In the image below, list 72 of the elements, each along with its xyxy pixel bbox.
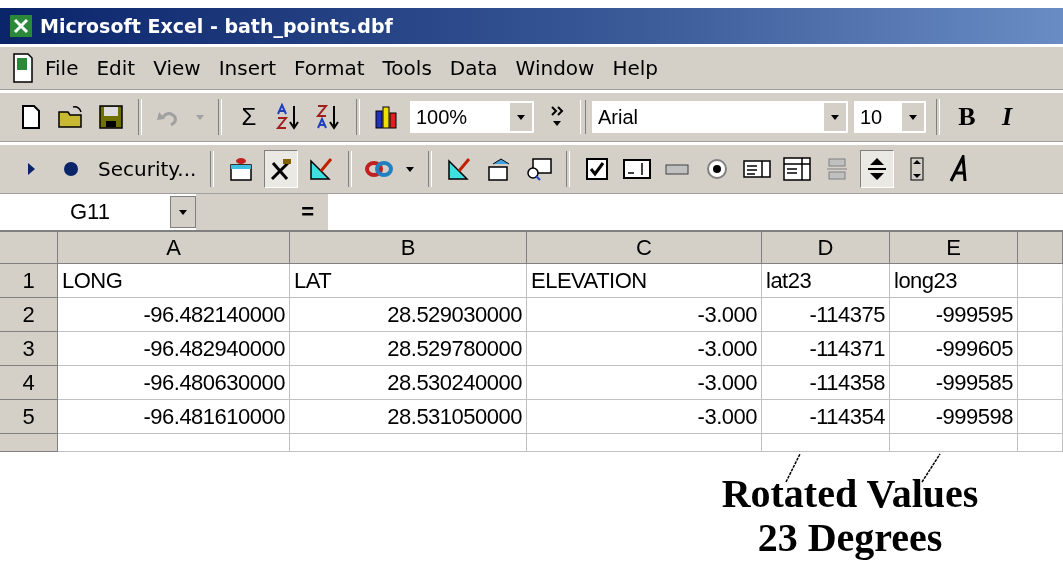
autosum-button[interactable]: Σ — [232, 98, 266, 136]
menu-item[interactable]: View — [146, 52, 208, 84]
table-cell: -3.000 — [527, 366, 762, 400]
table-cell: -114358 — [762, 366, 890, 400]
excel-logo-icon — [10, 15, 32, 37]
table-cell: -114375 — [762, 298, 890, 332]
formula-equals-button[interactable]: = — [196, 194, 328, 230]
column-header[interactable]: A — [58, 232, 290, 264]
name-box[interactable]: G11 — [0, 194, 196, 230]
menu-item[interactable]: Tools — [375, 52, 439, 84]
table-cell — [1018, 298, 1063, 332]
toolbar-dropdown[interactable]: 10 — [854, 101, 926, 133]
menu-item[interactable]: File — [38, 52, 86, 84]
table-cell: -96.480630000 — [58, 366, 290, 400]
security-button[interactable]: Security... — [94, 157, 201, 181]
table-cell: -999585 — [890, 366, 1018, 400]
window-title: Microsoft Excel - bath_points.dbf — [40, 15, 393, 37]
menu-item[interactable]: Edit — [89, 52, 143, 84]
column-header[interactable]: E — [890, 232, 1018, 264]
row-header[interactable]: 2 — [0, 298, 58, 332]
column-header[interactable]: D — [762, 232, 890, 264]
table-cell: -114371 — [762, 332, 890, 366]
table-cell: 28.530240000 — [290, 366, 527, 400]
table-cell: -96.481610000 — [58, 400, 290, 434]
folder-icon — [57, 103, 85, 131]
toolbar-dropdown[interactable]: 100% — [410, 101, 534, 133]
table-cell: LONG — [58, 264, 290, 298]
menu-item[interactable]: Format — [287, 52, 372, 84]
italic-button[interactable]: I — [990, 98, 1024, 136]
view-code-icon — [525, 155, 554, 183]
table-cell: -3.000 — [527, 298, 762, 332]
table-cell: -96.482940000 — [58, 332, 290, 366]
table-cell: -114354 — [762, 400, 890, 434]
menu-item[interactable]: Window — [508, 52, 602, 84]
toolbar-grip[interactable] — [580, 100, 586, 134]
table-cell — [1018, 400, 1063, 434]
table-cell: -96.482140000 — [58, 298, 290, 332]
label-letter-icon — [947, 155, 968, 183]
annotation-text: Rotated Values 23 Degrees — [720, 472, 980, 560]
toolbar-dropdown[interactable]: Arial — [592, 101, 848, 133]
table-cell: -999605 — [890, 332, 1018, 366]
table-cell: lat23 — [762, 264, 890, 298]
table-cell: LAT — [290, 264, 527, 298]
row-header[interactable]: 3 — [0, 332, 58, 366]
menu-item[interactable]: Help — [605, 52, 666, 84]
workbook-icon[interactable] — [12, 52, 34, 84]
row-header[interactable]: 4 — [0, 366, 58, 400]
table-cell: 28.531050000 — [290, 400, 527, 434]
table-cell: 28.529030000 — [290, 298, 527, 332]
combo-box-icon — [782, 155, 813, 183]
table-cell: 28.529780000 — [290, 332, 527, 366]
table-cell: long23 — [890, 264, 1018, 298]
table-cell — [1018, 264, 1063, 298]
column-header[interactable]: C — [527, 232, 762, 264]
select-all-corner[interactable] — [0, 232, 58, 264]
row-header[interactable] — [0, 434, 58, 452]
table-cell — [1018, 366, 1063, 400]
row-header[interactable]: 5 — [0, 400, 58, 434]
table-cell: -3.000 — [527, 400, 762, 434]
record-dot-icon — [63, 160, 79, 178]
table-cell: -999595 — [890, 298, 1018, 332]
table-cell: ELEVATION — [527, 264, 762, 298]
table-cell — [1018, 434, 1063, 452]
menu-item[interactable]: Insert — [211, 52, 284, 84]
row-header[interactable]: 1 — [0, 264, 58, 298]
column-header[interactable] — [1018, 232, 1063, 264]
table-cell: -3.000 — [527, 332, 762, 366]
column-header[interactable]: B — [290, 232, 527, 264]
bold-button[interactable]: B — [950, 98, 984, 136]
table-cell — [1018, 332, 1063, 366]
table-cell: -999598 — [890, 400, 1018, 434]
menu-item[interactable]: Data — [442, 52, 505, 84]
